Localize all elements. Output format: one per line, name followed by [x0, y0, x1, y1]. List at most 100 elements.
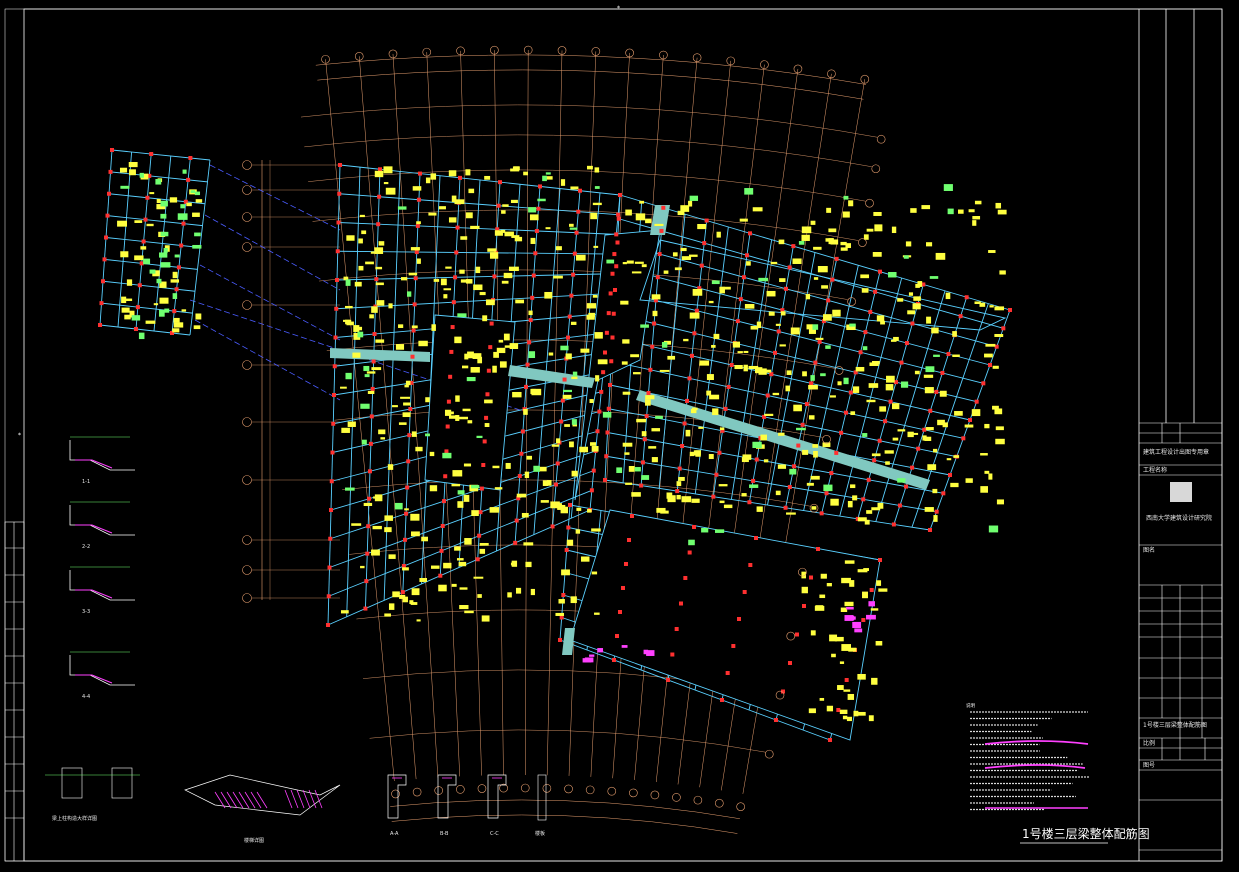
beam-label-yellow: [523, 171, 528, 176]
column-marker: [817, 339, 822, 344]
beam-label-yellow: [645, 399, 651, 406]
beam-label-yellow: [842, 211, 850, 218]
column-marker: [176, 265, 181, 270]
beam-label-yellow: [411, 325, 418, 329]
column-marker: [804, 402, 809, 407]
column-marker: [717, 450, 722, 455]
beam-label-yellow: [470, 225, 480, 230]
column-marker: [802, 604, 806, 608]
beam-label-yellow: [558, 599, 565, 604]
beam-label-green: [988, 525, 999, 533]
beam-label-yellow: [354, 281, 362, 287]
beam-label-green: [190, 190, 196, 194]
beam-label-yellow: [980, 453, 988, 456]
column-marker: [538, 184, 542, 189]
beam-label-yellow: [813, 450, 818, 458]
column-marker: [646, 390, 651, 395]
column-marker: [796, 443, 801, 448]
beam-label-yellow: [817, 266, 828, 273]
column-marker: [866, 477, 871, 482]
column-marker: [863, 330, 868, 335]
column-marker: [612, 658, 616, 662]
beam-label-yellow: [351, 523, 362, 526]
column-marker: [458, 175, 462, 180]
column-marker: [413, 276, 418, 281]
beam-label-yellow: [886, 375, 895, 383]
beam-label-yellow: [737, 351, 743, 354]
column-marker: [104, 235, 108, 240]
beam-label-yellow: [748, 365, 759, 370]
beam-label-yellow: [891, 403, 900, 410]
beam-label-green: [758, 277, 769, 282]
beam-label-yellow: [628, 465, 635, 472]
beam-label-yellow: [853, 710, 859, 717]
beam-label-yellow: [756, 321, 762, 329]
beam-label-yellow: [953, 455, 960, 458]
cad-drawing-canvas[interactable]: * * 建筑工程设计出图专用章 工程名称 西南大学建筑设计研究院 图名 1号楼三…: [0, 0, 1239, 872]
beam-label-green: [363, 365, 370, 372]
column-marker: [591, 468, 596, 473]
column-marker: [438, 573, 443, 578]
beam-label-yellow: [892, 437, 899, 441]
beam-label-yellow: [416, 221, 421, 225]
column-marker: [828, 738, 832, 742]
beam-label-yellow: [988, 250, 996, 253]
beam-label-yellow: [525, 561, 532, 568]
beam-label-green: [929, 276, 939, 279]
beam-label-yellow: [358, 265, 364, 271]
column-marker: [747, 500, 752, 505]
column-marker: [613, 288, 617, 292]
column-marker: [332, 393, 336, 397]
column-marker: [446, 399, 451, 404]
beam-label-yellow: [395, 344, 405, 350]
beam-label-yellow: [539, 466, 547, 472]
beam-label-yellow: [512, 166, 520, 171]
beam-label-yellow: [884, 450, 894, 454]
beam-label-yellow: [452, 470, 463, 477]
column-marker: [964, 295, 969, 300]
beam-label-yellow: [375, 266, 383, 270]
beam-label-yellow: [654, 223, 664, 227]
beam-label-yellow: [384, 613, 391, 617]
column-marker: [566, 525, 571, 530]
column-marker: [331, 421, 336, 426]
beam-label-yellow: [371, 549, 380, 556]
column-marker: [519, 451, 524, 456]
beam-label-yellow: [996, 499, 1004, 505]
beam-label-yellow: [927, 464, 937, 471]
beam-label-yellow: [622, 391, 631, 395]
stamp-text: 建筑工程设计出图专用章: [1143, 448, 1209, 456]
column-marker: [578, 188, 582, 193]
column-marker: [439, 548, 444, 553]
column-marker: [141, 239, 146, 244]
beam-label-yellow: [492, 465, 500, 469]
beam-label-yellow: [431, 565, 440, 569]
column-marker: [844, 678, 849, 682]
drawing-label: 图名: [1143, 546, 1155, 554]
beam-label-yellow: [565, 353, 572, 360]
beam-label-yellow: [464, 538, 472, 545]
column-marker: [337, 191, 342, 196]
column-marker: [550, 524, 555, 529]
beam-label-green: [820, 373, 826, 377]
beam-label-yellow: [813, 277, 819, 280]
beam-label-yellow: [843, 689, 851, 692]
beam-label-yellow: [590, 442, 597, 446]
column-marker: [329, 479, 334, 484]
beam-label-yellow: [591, 528, 601, 532]
beam-label-yellow: [950, 482, 959, 488]
column-marker: [824, 491, 829, 496]
beam-label-green: [394, 502, 403, 510]
beam-label-yellow: [863, 568, 869, 572]
beam-label-yellow: [802, 371, 807, 377]
beam-label-yellow: [706, 390, 712, 396]
beam-label-yellow: [425, 397, 430, 403]
beam-label-yellow: [392, 405, 398, 408]
column-marker: [769, 372, 774, 377]
beam-label-green: [174, 254, 180, 258]
beam-label-yellow: [946, 458, 952, 461]
beam-label-yellow: [374, 494, 383, 502]
beam-label-yellow: [706, 374, 714, 381]
beam-label-green: [537, 198, 546, 202]
column-marker: [787, 485, 792, 490]
